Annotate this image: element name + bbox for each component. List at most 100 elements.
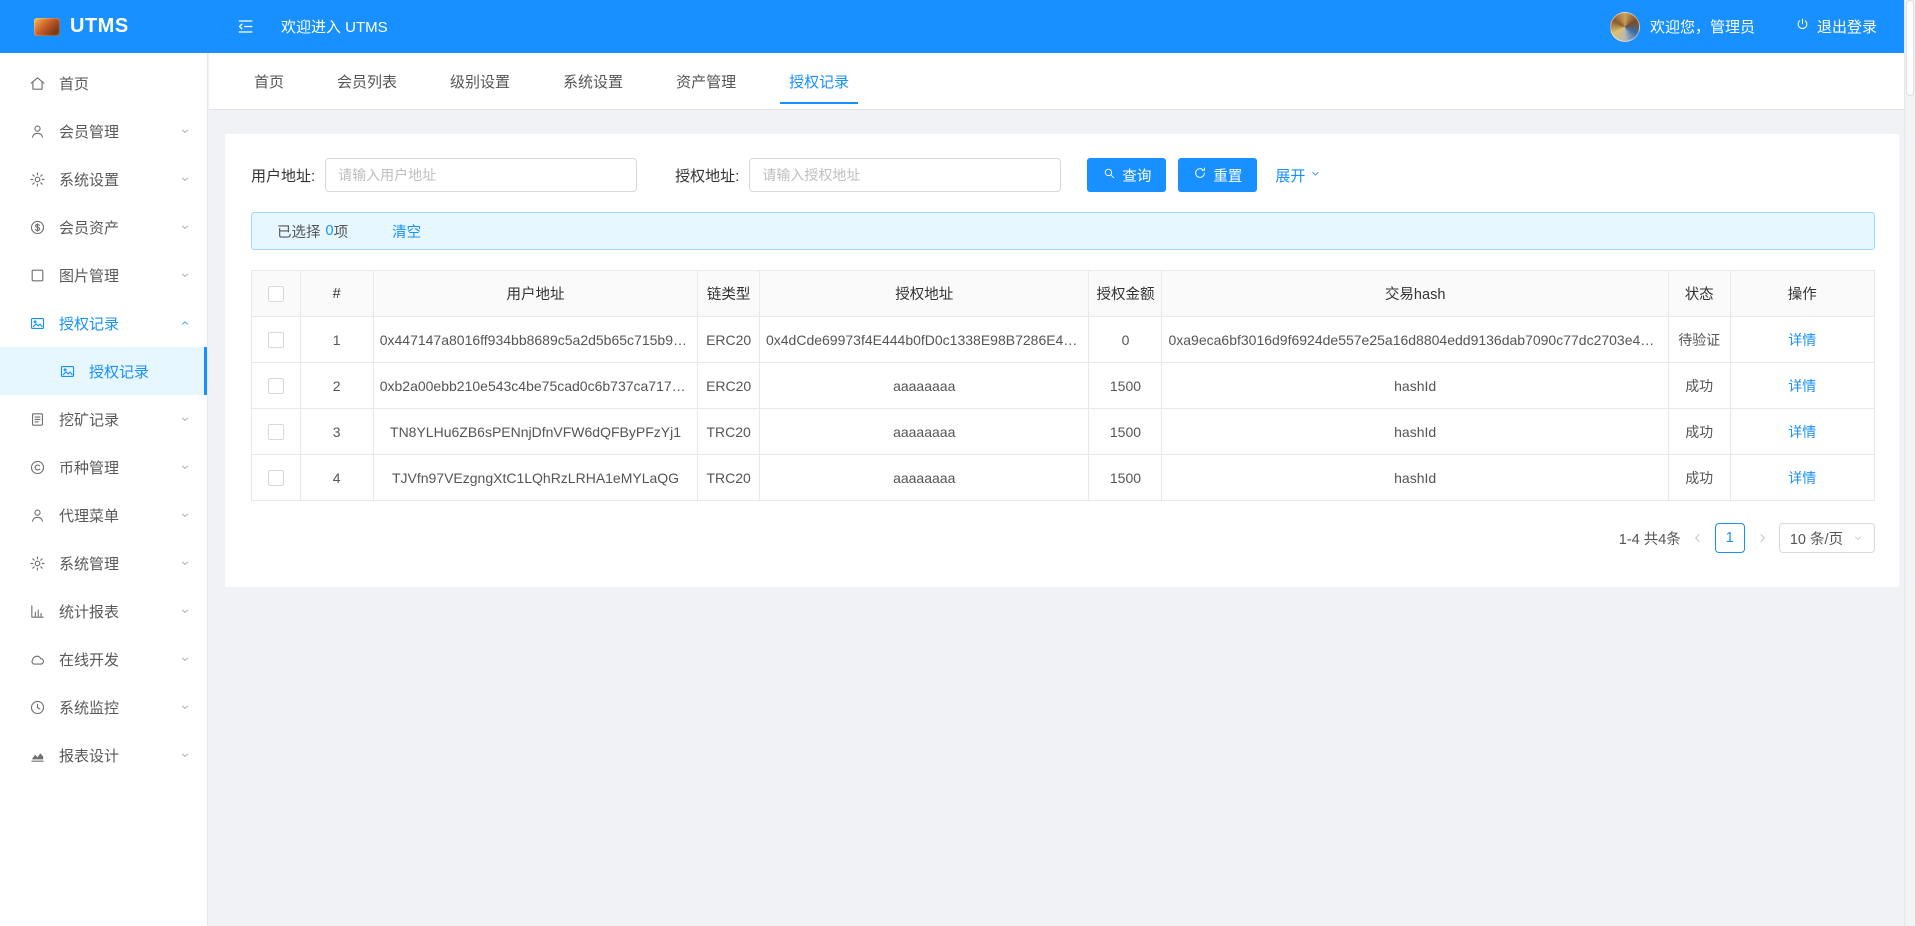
search-button[interactable]: 查询 bbox=[1087, 158, 1167, 192]
table-header-row: # 用户地址 链类型 授权地址 授权金额 交易hash 状态 操作 bbox=[251, 270, 1876, 317]
table-row: 3 TN8YLHu6ZB6sPENnjDfnVFW6dQFByPFzYj1 TRC2… bbox=[251, 408, 1876, 455]
column-header: # bbox=[299, 270, 374, 317]
sidebar-item-label: 授权记录 bbox=[59, 315, 120, 333]
top-header: UTMS 欢迎进入 UTMS 欢迎您，管理员 退出登录 bbox=[0, 0, 1915, 53]
refresh-icon bbox=[1193, 166, 1207, 184]
tab[interactable]: 级别设置 bbox=[447, 53, 513, 109]
user-address-input[interactable] bbox=[325, 158, 638, 192]
sidebar-item[interactable]: 系统管理 bbox=[0, 539, 207, 587]
detail-link[interactable]: 详情 bbox=[1788, 424, 1816, 440]
sidebar-item[interactable]: 挖矿记录 bbox=[0, 395, 207, 443]
sidebar-item[interactable]: 会员管理 bbox=[0, 107, 207, 155]
tab[interactable]: 授权记录 bbox=[780, 53, 859, 109]
selected-count: 0 bbox=[325, 223, 334, 239]
chevron-down-icon bbox=[179, 605, 191, 617]
chevron-down-icon bbox=[179, 557, 191, 569]
avatar[interactable] bbox=[1609, 11, 1640, 42]
reset-button[interactable]: 重置 bbox=[1178, 158, 1258, 192]
sidebar-item[interactable]: 代理菜单 bbox=[0, 491, 207, 539]
tx-hash-cell: hashId bbox=[1161, 408, 1669, 455]
sidebar-item[interactable]: 系统设置 bbox=[0, 155, 207, 203]
chevron-down-icon bbox=[179, 413, 191, 425]
tx-hash-cell: hashId bbox=[1161, 362, 1669, 409]
logout-button[interactable]: 退出登录 bbox=[1795, 16, 1877, 37]
brand-logo-text: UTMS bbox=[70, 15, 129, 37]
detail-link[interactable]: 详情 bbox=[1788, 470, 1816, 486]
page-scrollbar[interactable] bbox=[1904, 0, 1915, 926]
records-table: # 用户地址 链类型 授权地址 授权金额 交易hash 状态 操作 1 0x447147a801… bbox=[251, 270, 1876, 501]
sidebar-subitem-label: 授权记录 bbox=[89, 363, 150, 381]
brand-logo[interactable]: UTMS bbox=[0, 15, 208, 38]
row-checkbox[interactable] bbox=[267, 378, 284, 395]
select-all-checkbox[interactable] bbox=[267, 285, 284, 302]
sidebar-item-label: 会员管理 bbox=[59, 123, 120, 141]
user-icon bbox=[29, 507, 46, 524]
chevron-down-icon bbox=[179, 509, 191, 521]
chevron-down-icon bbox=[1852, 532, 1864, 544]
tab[interactable]: 首页 bbox=[251, 53, 287, 109]
sidebar-item[interactable]: 授权记录 bbox=[0, 299, 207, 347]
tab[interactable]: 会员列表 bbox=[334, 53, 400, 109]
amount-cell: 0 bbox=[1088, 316, 1163, 363]
chevron-down-icon bbox=[179, 701, 191, 713]
detail-link[interactable]: 详情 bbox=[1788, 378, 1816, 394]
chevron-down-icon bbox=[179, 125, 191, 137]
logout-label: 退出登录 bbox=[1816, 19, 1877, 36]
detail-link[interactable]: 详情 bbox=[1788, 332, 1816, 348]
row-checkbox[interactable] bbox=[267, 332, 284, 349]
user-greeting: 欢迎您，管理员 bbox=[1649, 19, 1755, 36]
row-index: 1 bbox=[299, 316, 374, 363]
scrollbar-thumb[interactable] bbox=[1906, 0, 1914, 96]
sidebar-item[interactable]: 图片管理 bbox=[0, 251, 207, 299]
column-header: 授权金额 bbox=[1088, 270, 1163, 317]
sidebar-item[interactable]: 首页 bbox=[0, 59, 207, 107]
row-checkbox[interactable] bbox=[267, 424, 284, 441]
chevron-right-icon[interactable] bbox=[1755, 531, 1769, 545]
menu-fold-icon[interactable] bbox=[236, 17, 255, 36]
search-icon bbox=[1102, 166, 1116, 184]
chevron-left-icon[interactable] bbox=[1691, 531, 1705, 545]
dollar-icon bbox=[29, 219, 46, 236]
tab[interactable]: 资产管理 bbox=[673, 53, 739, 109]
sidebar-item[interactable]: 统计报表 bbox=[0, 587, 207, 635]
picture-icon bbox=[29, 315, 46, 332]
sidebar-item[interactable]: 会员资产 bbox=[0, 203, 207, 251]
clear-selection-link[interactable]: 清空 bbox=[392, 221, 421, 242]
chain-type-cell: ERC20 bbox=[697, 362, 760, 409]
sidebar-subitem[interactable]: 授权记录 bbox=[0, 347, 207, 395]
page-size-select[interactable]: 10 条/页 bbox=[1778, 523, 1875, 553]
user-address-cell: 0xb2a00ebb210e543c4be75cad0c6b737ca71740… bbox=[372, 362, 699, 409]
chevron-down-icon bbox=[1309, 167, 1322, 184]
user-address-cell: 0x447147a8016ff934bb8689c5a2d5b65c715b91… bbox=[372, 316, 699, 363]
column-header: 交易hash bbox=[1161, 270, 1669, 317]
action-cell: 详情 bbox=[1729, 454, 1876, 501]
header-checkbox-cell bbox=[251, 270, 301, 317]
amount-cell: 1500 bbox=[1088, 362, 1163, 409]
sidebar-item[interactable]: 币种管理 bbox=[0, 443, 207, 491]
chevron-down-icon bbox=[179, 749, 191, 761]
sidebar-item[interactable]: 系统监控 bbox=[0, 683, 207, 731]
tab-bar: 首页 会员列表 级别设置 系统设置 资产管理 授权记录 bbox=[209, 53, 1915, 110]
table-row: 2 0xb2a00ebb210e543c4be75cad0c6b737ca7174… bbox=[251, 362, 1876, 409]
row-checkbox[interactable] bbox=[267, 470, 284, 487]
sidebar-item[interactable]: 报表设计 bbox=[0, 731, 207, 779]
row-index: 4 bbox=[299, 454, 374, 501]
auth-address-input[interactable] bbox=[749, 158, 1062, 192]
selection-bar: 已选择 0 项 清空 bbox=[251, 212, 1875, 250]
sidebar-item-label: 图片管理 bbox=[59, 267, 120, 285]
sidebar-item-label: 币种管理 bbox=[59, 459, 120, 477]
column-header: 用户地址 bbox=[372, 270, 699, 317]
sidebar-item[interactable]: 在线开发 bbox=[0, 635, 207, 683]
sidebar-item-label: 系统监控 bbox=[59, 699, 120, 717]
pagination-total: 1-4 共4条 bbox=[1618, 531, 1681, 548]
pagination: 1-4 共4条 1 10 条/页 bbox=[251, 523, 1875, 553]
tab[interactable]: 系统设置 bbox=[560, 53, 626, 109]
page-number-button[interactable]: 1 bbox=[1714, 523, 1745, 553]
cloud-icon bbox=[29, 651, 46, 668]
tx-hash-cell: hashId bbox=[1161, 454, 1669, 501]
tx-hash-cell: 0xa9eca6bf3016d9f6924de557e25a16d8804edd… bbox=[1161, 316, 1669, 363]
sidebar-item-label: 挖矿记录 bbox=[59, 411, 120, 429]
expand-toggle[interactable]: 展开 bbox=[1275, 165, 1322, 186]
user-area: 欢迎您，管理员 退出登录 bbox=[1609, 11, 1877, 42]
gear-icon bbox=[29, 555, 46, 572]
